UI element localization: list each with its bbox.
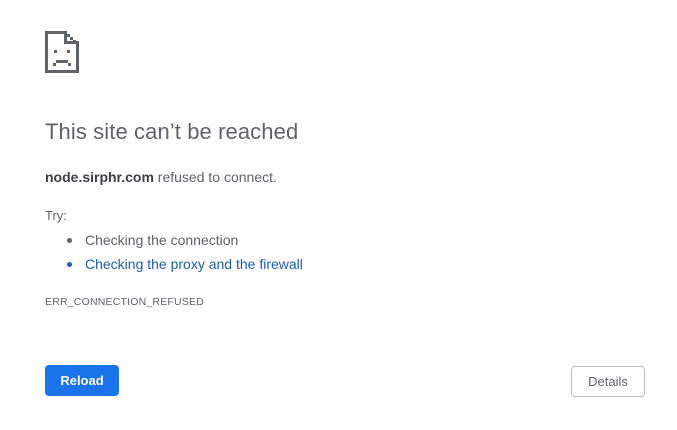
error-page: This site can’t be reached node.sirphr.c… — [0, 0, 677, 430]
reload-button[interactable]: Reload — [45, 365, 119, 396]
error-summary-text: refused to connect. — [153, 169, 277, 185]
error-summary: node.sirphr.com refused to connect. — [45, 169, 277, 185]
suggestion-check-proxy-firewall-link[interactable]: Checking the proxy and the firewall — [67, 254, 303, 278]
sad-page-icon — [45, 31, 79, 73]
details-button[interactable]: Details — [571, 366, 645, 397]
try-label: Try: — [45, 208, 67, 223]
error-code: ERR_CONNECTION_REFUSED — [45, 296, 205, 308]
page-title: This site can’t be reached — [45, 119, 299, 144]
suggestions-list: Checking the connection Checking the pro… — [45, 230, 303, 278]
host-name: node.sirphr.com — [45, 169, 154, 185]
suggestion-check-connection: Checking the connection — [67, 230, 303, 254]
